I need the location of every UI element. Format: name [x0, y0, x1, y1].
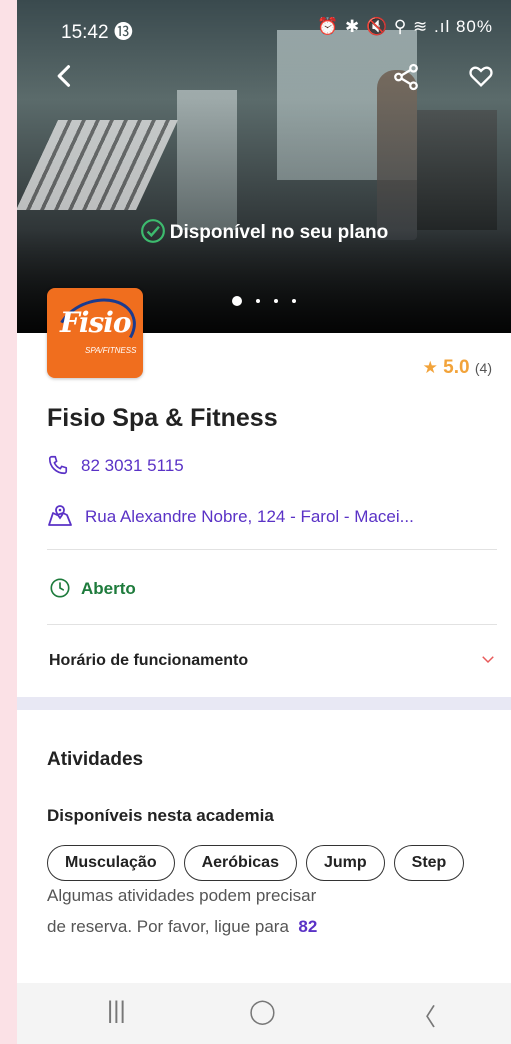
clock-icon — [50, 578, 70, 598]
divider — [47, 624, 497, 625]
back-icon[interactable]: 〈 — [412, 997, 436, 1032]
note-line: de reserva. Por favor, ligue para 82 — [47, 917, 318, 936]
activity-chip[interactable]: Jump — [305, 845, 385, 881]
recent-apps-icon[interactable]: ||| — [107, 997, 126, 1025]
logo-subtext: SPA/FITNESS — [85, 346, 137, 355]
system-nav-bar: ||| ◯ 〈 — [17, 983, 511, 1044]
heart-icon[interactable] — [467, 62, 499, 94]
carousel-dot[interactable] — [292, 298, 296, 303]
activity-chip[interactable]: Aeróbicas — [183, 845, 297, 881]
map-pin-icon — [48, 505, 72, 526]
note-line: Algumas atividades podem precisar — [47, 886, 317, 905]
activity-chip[interactable]: Step — [393, 845, 465, 881]
carousel-dot[interactable] — [232, 295, 242, 306]
divider — [47, 549, 497, 550]
home-icon[interactable]: ◯ — [249, 997, 276, 1026]
opening-hours-label: Horário de funcionamento — [49, 652, 249, 669]
status-bar: 15:42 ⓭ ⏰ ✱ 🔇 ⚲ ≋ .ıl 80% — [17, 0, 511, 44]
phone-link[interactable]: 82 3031 5115 — [47, 454, 184, 476]
background-strip — [0, 0, 17, 1044]
carousel-dot[interactable] — [274, 298, 278, 303]
hero-person — [377, 70, 417, 240]
reservation-note: Algumas atividades podem precisar de res… — [47, 880, 387, 942]
hero-machine — [177, 90, 237, 230]
phone-icon — [48, 455, 68, 475]
status-icons: ⏰ ✱ 🔇 ⚲ ≋ .ıl 80% — [317, 17, 493, 36]
star-icon: ★ — [422, 358, 438, 377]
back-arrow-icon[interactable] — [51, 62, 83, 94]
rating-count: (4) — [474, 360, 492, 376]
address-text: Rua Alexandre Nobre, 124 - Farol - Macei… — [85, 507, 414, 526]
open-status: Aberto — [49, 577, 136, 599]
opening-hours-toggle[interactable]: Horário de funcionamento — [49, 652, 497, 670]
section-separator — [17, 697, 511, 710]
gym-name: Fisio Spa & Fitness — [47, 404, 278, 432]
activity-chips: Musculação Aeróbicas Jump Step — [47, 845, 473, 881]
availability-badge: Disponível no seu plano — [17, 218, 511, 244]
phone-screen: 15:42 ⓭ ⏰ ✱ 🔇 ⚲ ≋ .ıl 80% Disponível no … — [17, 0, 511, 1044]
phone-number: 82 3031 5115 — [81, 456, 184, 475]
note-phone-link[interactable]: 82 — [298, 917, 317, 936]
rating: ★ 5.0 (4) — [423, 357, 492, 379]
address-link[interactable]: Rua Alexandre Nobre, 124 - Farol - Macei… — [47, 503, 414, 527]
open-label: Aberto — [81, 579, 136, 598]
availability-label: Disponível no seu plano — [169, 222, 389, 243]
gym-logo: Fisio SPA/FITNESS — [47, 288, 143, 378]
hero-image[interactable]: 15:42 ⓭ ⏰ ✱ 🔇 ⚲ ≋ .ıl 80% Disponível no … — [17, 0, 511, 333]
rating-score: 5.0 — [443, 357, 470, 378]
activities-title: Atividades — [47, 749, 144, 770]
logo-text: Fisio — [60, 306, 132, 339]
activities-subtitle: Disponíveis nesta academia — [47, 806, 274, 825]
hero-machine — [417, 110, 497, 230]
check-circle-icon — [140, 219, 165, 243]
share-icon[interactable] — [391, 62, 423, 94]
carousel-dot[interactable] — [256, 298, 260, 303]
chevron-down-icon — [479, 650, 497, 673]
activity-chip[interactable]: Musculação — [47, 845, 175, 881]
hero-machine — [17, 120, 178, 210]
status-time: 15:42 ⓭ — [61, 22, 133, 43]
